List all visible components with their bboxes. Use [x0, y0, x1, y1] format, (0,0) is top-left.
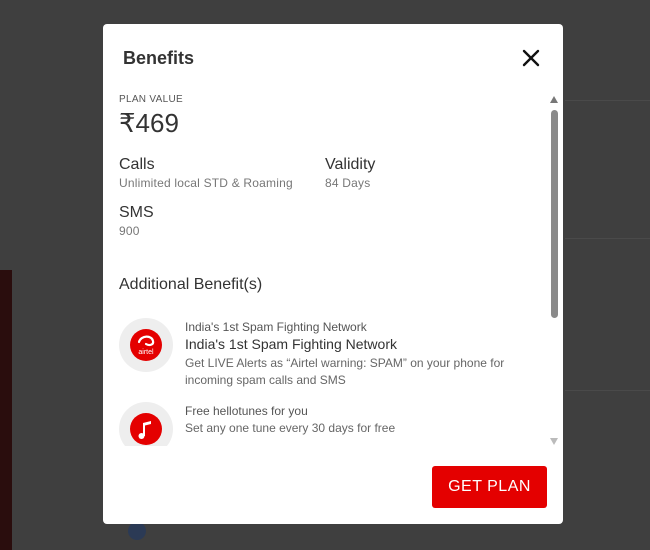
vertical-scrollbar[interactable]	[547, 94, 561, 446]
get-plan-button[interactable]: GET PLAN	[432, 466, 547, 508]
validity-value: 84 Days	[325, 176, 371, 190]
background-page-edge	[0, 270, 12, 550]
background-divider	[565, 238, 650, 239]
benefits-scroll-area[interactable]: PLAN VALUE ₹469 Calls Unlimited local ST…	[119, 90, 544, 446]
perk-description: Get LIVE Alerts as “Airtel warning: SPAM…	[185, 356, 505, 387]
hellotunes-icon	[119, 402, 173, 446]
validity-title: Validity	[325, 156, 376, 173]
perk-label: India's 1st Spam Fighting Network	[185, 320, 367, 334]
perk-description: Set any one tune every 30 days for free	[185, 421, 396, 435]
scroll-thumb[interactable]	[551, 110, 558, 318]
list-item: airtel India's 1st Spam Fighting Network…	[119, 318, 539, 388]
sms-value: 900	[119, 224, 140, 238]
perk-heading: India's 1st Spam Fighting Network	[185, 336, 397, 352]
background-divider	[565, 390, 650, 391]
modal-title: Benefits	[123, 48, 195, 68]
scroll-up-arrow-icon[interactable]	[550, 96, 558, 103]
list-item: Free hellotunes for you Set any one tune…	[119, 402, 539, 446]
benefits-modal: Benefits PLAN VALUE ₹469 Calls Unlimited…	[103, 24, 563, 524]
close-icon	[522, 49, 540, 67]
sms-title: SMS	[119, 204, 154, 221]
background-divider	[565, 100, 650, 101]
additional-benefits-title: Additional Benefit(s)	[119, 276, 263, 293]
close-button[interactable]	[517, 44, 545, 72]
calls-title: Calls	[119, 156, 155, 173]
plan-price: ₹469	[119, 108, 179, 138]
calls-value: Unlimited local STD & Roaming	[119, 176, 293, 190]
scroll-down-arrow-icon[interactable]	[550, 438, 558, 445]
perk-label: Free hellotunes for you	[185, 404, 308, 418]
airtel-logo-icon: airtel	[119, 318, 173, 372]
plan-value-label: PLAN VALUE	[119, 94, 183, 105]
airtel-logo-text: airtel	[138, 349, 154, 356]
background-icon	[128, 522, 146, 540]
